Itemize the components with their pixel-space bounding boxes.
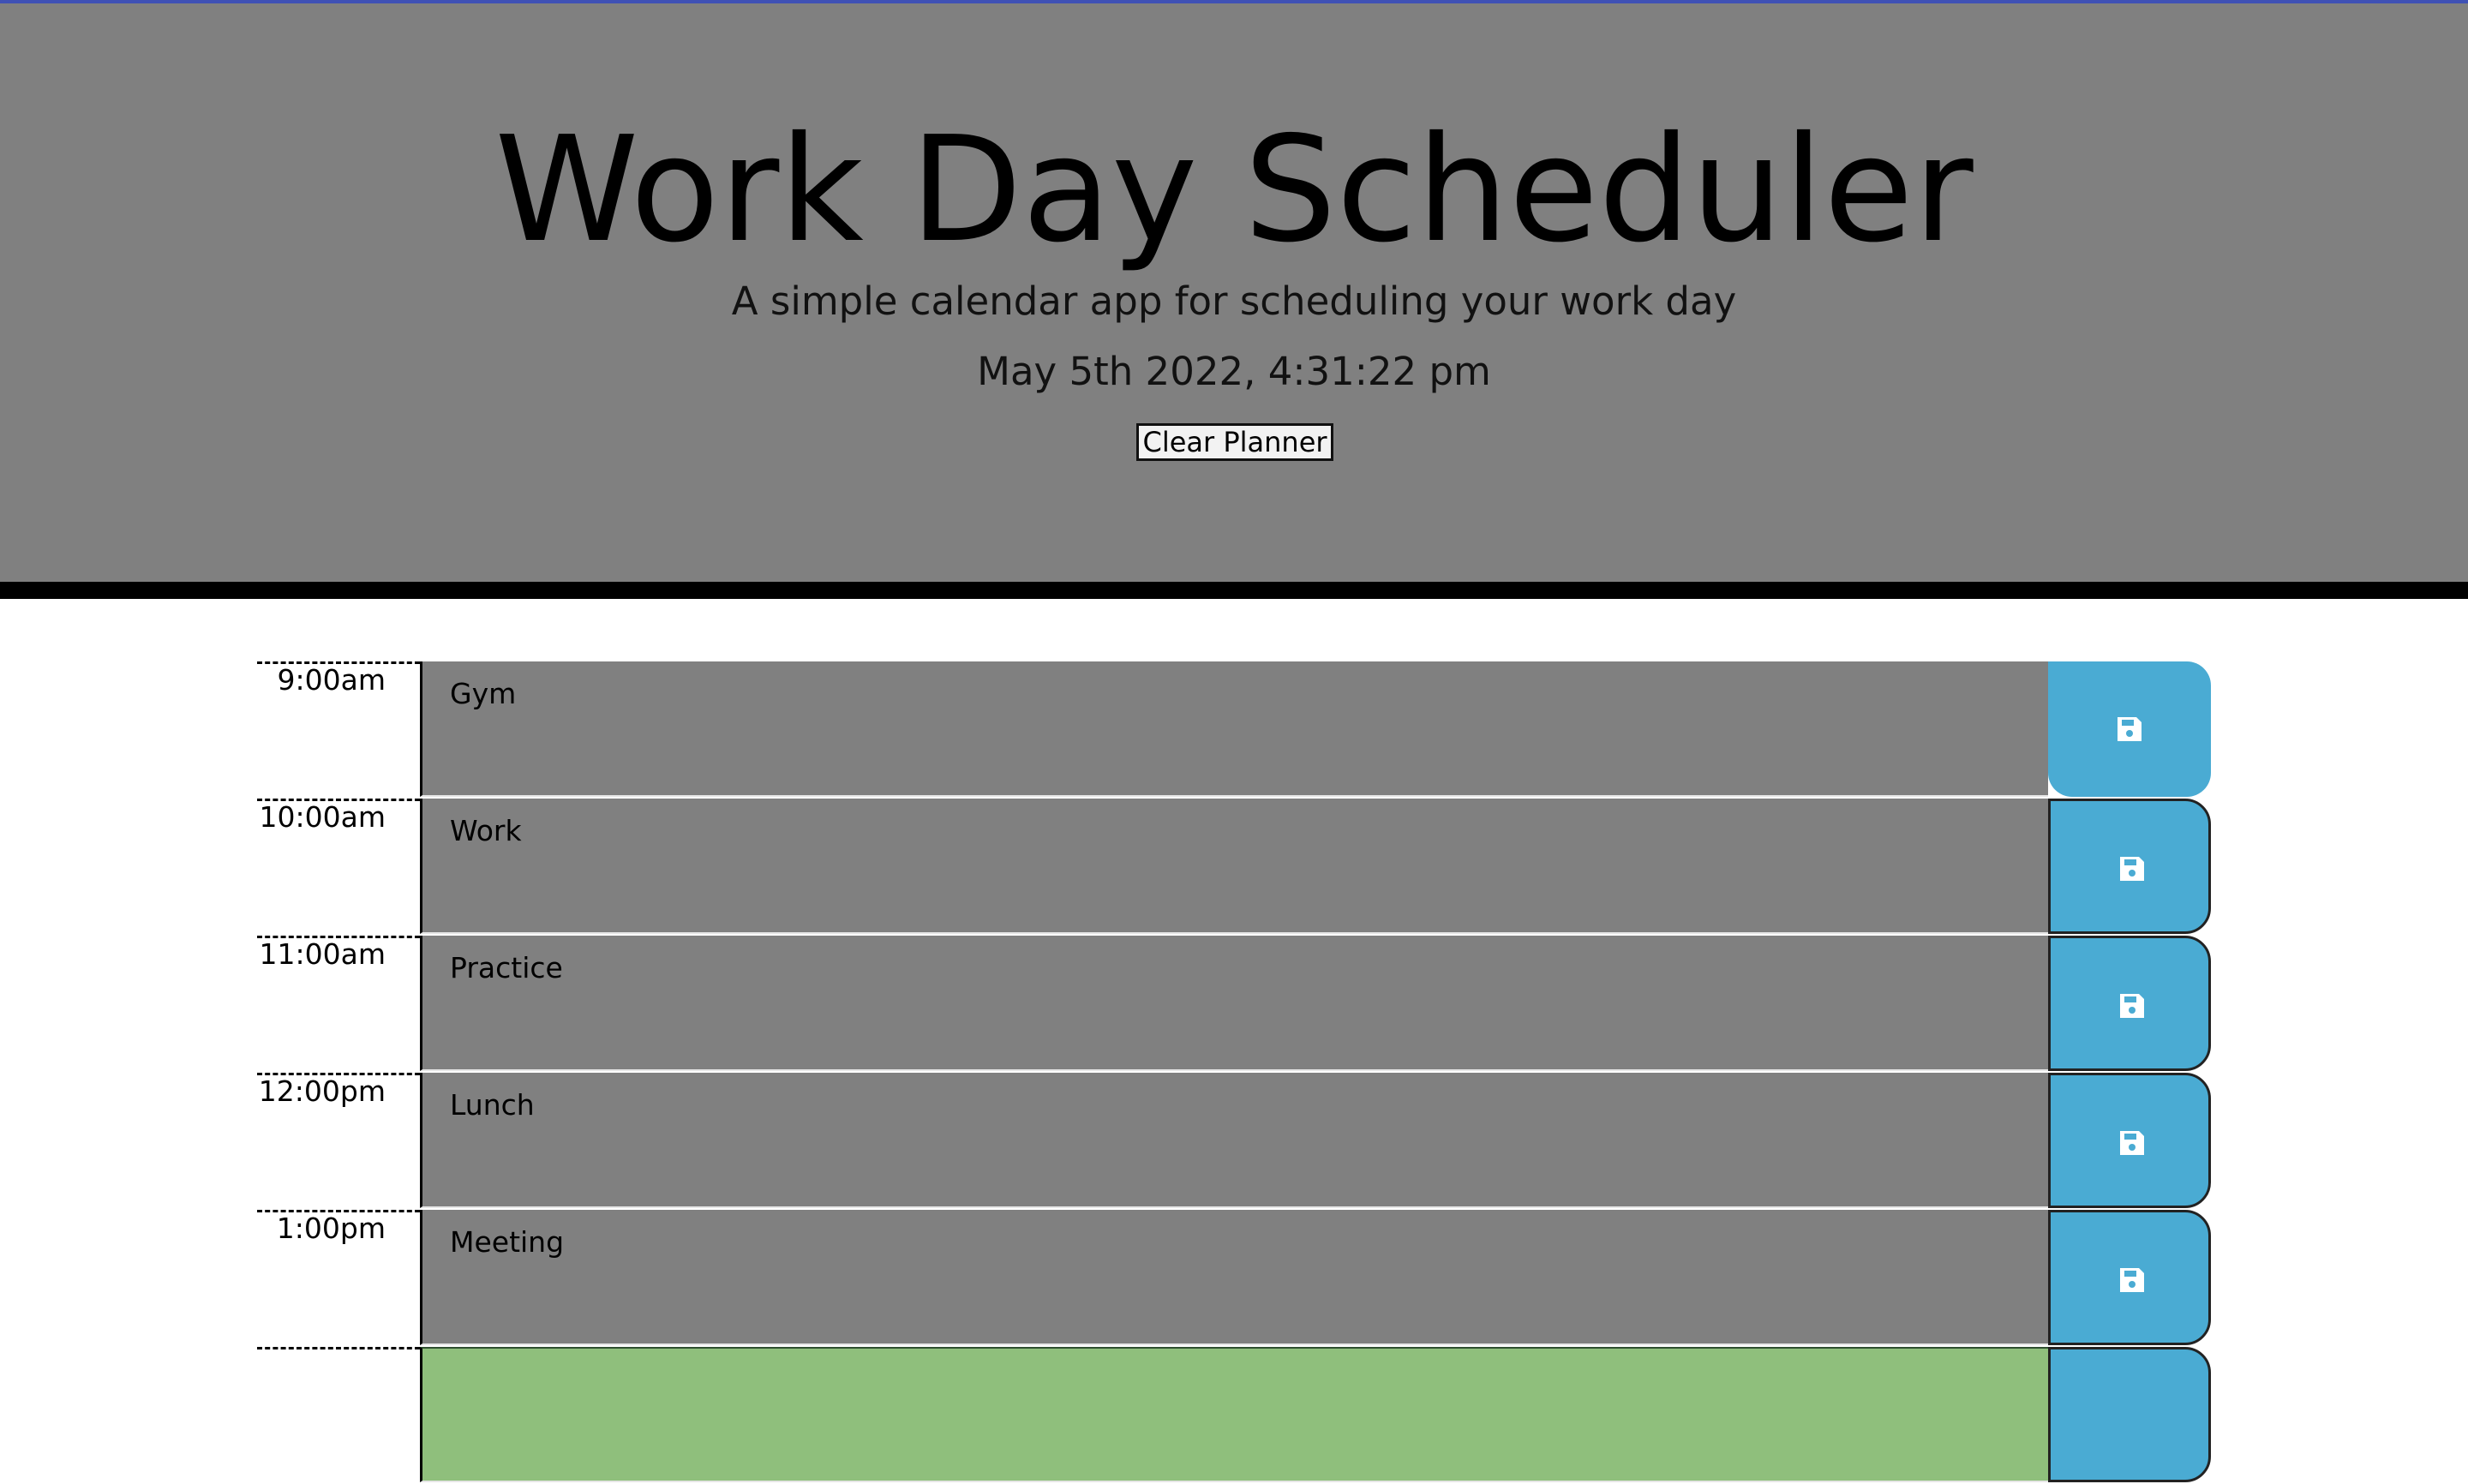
page-header: Work Day Scheduler A simple calendar app… xyxy=(0,3,2468,599)
hour-text: 12:00pm xyxy=(258,1074,386,1108)
hour-label xyxy=(257,1347,420,1482)
event-text[interactable]: Work xyxy=(450,814,522,848)
time-block-row: 1:00pm Meeting xyxy=(257,1210,2211,1347)
hour-label: 11:00am xyxy=(257,936,420,1071)
page-title: Work Day Scheduler xyxy=(494,105,1974,275)
time-block-row xyxy=(257,1347,2211,1484)
save-button[interactable] xyxy=(2048,799,2211,934)
save-button[interactable] xyxy=(2048,936,2211,1071)
hour-label: 12:00pm xyxy=(257,1073,420,1208)
save-button[interactable] xyxy=(2048,1073,2211,1208)
event-description-field[interactable]: Meeting xyxy=(420,1210,2048,1345)
hour-label: 10:00am xyxy=(257,799,420,934)
event-description-field[interactable]: Gym xyxy=(420,661,2048,797)
save-icon xyxy=(2120,994,2144,1018)
event-description-field[interactable] xyxy=(420,1347,2048,1482)
hour-text: 9:00am xyxy=(277,663,386,697)
hour-label: 9:00am xyxy=(257,661,420,797)
time-block-row: 11:00am Practice xyxy=(257,936,2211,1073)
save-button[interactable] xyxy=(2048,1210,2211,1345)
save-icon xyxy=(2120,1131,2144,1155)
clear-planner-button[interactable]: Clear Planner xyxy=(1136,423,1333,461)
event-text[interactable]: Practice xyxy=(450,951,563,985)
time-block-row: 12:00pm Lunch xyxy=(257,1073,2211,1210)
save-icon xyxy=(2120,1268,2144,1292)
time-block-row: 10:00am Work xyxy=(257,799,2211,936)
save-button[interactable] xyxy=(2048,1347,2211,1482)
save-button[interactable] xyxy=(2048,661,2211,797)
save-icon xyxy=(2120,857,2144,881)
event-text[interactable]: Lunch xyxy=(450,1088,535,1122)
event-text[interactable]: Meeting xyxy=(450,1225,564,1260)
save-icon xyxy=(2118,717,2142,741)
hour-label: 1:00pm xyxy=(257,1210,420,1345)
event-description-field[interactable]: Practice xyxy=(420,936,2048,1071)
hour-text: 10:00am xyxy=(259,800,386,834)
hour-text: 11:00am xyxy=(259,937,386,971)
event-text[interactable]: Gym xyxy=(450,677,516,711)
page-subtitle: A simple calendar app for scheduling you… xyxy=(731,278,1737,324)
event-description-field[interactable]: Lunch xyxy=(420,1073,2048,1208)
event-description-field[interactable]: Work xyxy=(420,799,2048,934)
hour-text: 1:00pm xyxy=(276,1212,386,1245)
time-block-row: 9:00am Gym xyxy=(257,661,2211,799)
current-datetime: May 5th 2022, 4:31:22 pm xyxy=(977,349,1491,394)
